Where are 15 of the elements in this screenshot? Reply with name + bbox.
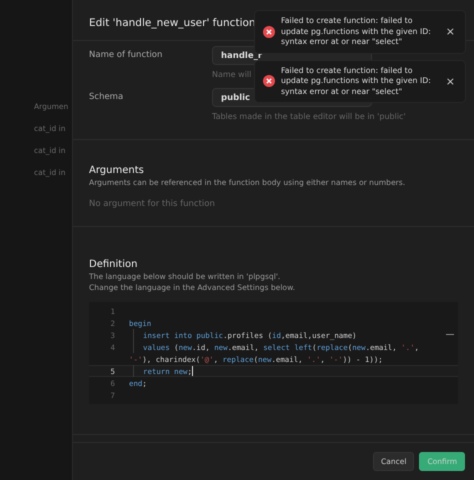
- close-button[interactable]: ×: [444, 74, 457, 88]
- panel-title: Edit 'handle_new_user' function: [89, 17, 256, 29]
- text-cursor: [192, 366, 193, 376]
- minimap-marker: [446, 334, 454, 335]
- field-label: Name of function: [89, 49, 164, 62]
- code-editor[interactable]: [89, 302, 458, 404]
- close-button[interactable]: ×: [444, 25, 457, 38]
- empty-message: No argument for this function: [89, 199, 216, 209]
- field-hint: Tables made in the table editor will be in 'public': [212, 112, 406, 121]
- section-heading: Definition: [89, 259, 138, 270]
- field-hint: Name will: [212, 70, 252, 79]
- error-icon: [263, 26, 275, 38]
- error-icon: [263, 75, 275, 88]
- field-label: Schema: [89, 91, 124, 104]
- section-heading: Arguments: [89, 165, 145, 176]
